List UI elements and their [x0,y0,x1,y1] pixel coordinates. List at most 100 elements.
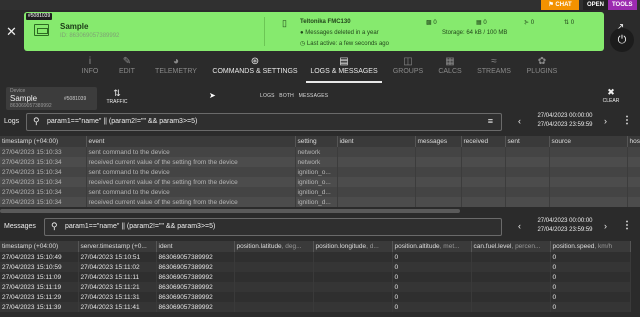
logs-col-header[interactable]: setting [295,136,338,147]
device-id-badge: #5081039 [26,13,53,20]
messages-col-header[interactable]: can.fuel.level, percen... [471,241,551,252]
logs-col-header[interactable]: timestamp (+04:00) [0,136,87,147]
table-row[interactable]: 27/04/2023 15:11:19 27/04/2023 15:11:21 86… [0,282,631,292]
messages-col-header[interactable]: ident [156,241,235,252]
logs-search-query[interactable]: param1=="name" || (param2!="" && param3>… [47,118,197,125]
clear-button[interactable]: ✖ CLEAR [598,87,624,104]
logs-col-header[interactable]: sent [505,136,550,147]
messages-col-header[interactable]: position.altitude, met... [392,241,472,252]
device-header: ✕ #5081039 Sample ID: 863069057389992 ▯ … [0,10,640,53]
mode-switch[interactable]: LOGS BOTH MESSAGES [260,93,331,99]
logs-prev-icon[interactable]: ‹ [518,116,521,126]
table-row[interactable]: 27/04/2023 15:10:34 sent command to the d… [0,187,640,197]
power-icon[interactable]: ⏻ [618,34,627,46]
stat-messages: ▩ 0 [426,20,437,26]
table-row[interactable]: 27/04/2023 15:10:34 sent command to the d… [0,167,640,177]
traffic-button[interactable]: ⇅ TRAFFIC [104,88,130,105]
streams-icon: ≈ [491,56,497,67]
logs-search-input[interactable]: ⚲ param1=="name" || (param2!="" && param… [26,113,502,131]
logs-col-header[interactable]: event [86,136,296,147]
logs-next-icon[interactable]: › [604,116,607,126]
logs-menu-icon[interactable]: ⋮ [622,115,632,126]
pencil-icon: ✎ [122,56,132,67]
messages-col-header[interactable]: position.latitude, deg... [234,241,314,252]
device-selector-badge: #5081039 [64,96,87,102]
logs-col-header[interactable]: messages [415,136,462,147]
messages-panel: Messages ⚲ param1=="name" || (param2!=""… [0,216,640,317]
tab-commands-settings[interactable]: ⊛ COMMANDS & SETTINGS [210,55,300,83]
chat-button[interactable]: ⚑ CHAT [541,0,579,10]
messages-search-query[interactable]: param1=="name" || (param2!="" && param3>… [65,223,215,230]
logs-col-header[interactable]: received [461,136,506,147]
logs-horizontal-scrollbar[interactable] [0,209,460,213]
table-row[interactable]: 27/04/2023 15:11:09 27/04/2023 15:11:11 86… [0,272,631,282]
search-icon: ⚲ [33,116,40,126]
tab-telemetry[interactable]: ◕ TELEMETRY [150,55,202,83]
messages-range-to[interactable]: 27/04/2023 23:59:59 [524,226,606,235]
logs-range-from[interactable]: 27/04/2023 00:00:00 [524,112,606,121]
info-icon: i [88,56,92,67]
top-bar: ⚑ CHAT OPEN TOOLS [0,0,640,10]
messages-title: Messages [4,223,36,230]
messages-range-from[interactable]: 27/04/2023 00:00:00 [524,217,606,226]
mode-both[interactable]: BOTH [279,93,294,99]
device-name: Sample [60,22,89,31]
messages-menu-icon[interactable]: ⋮ [622,220,632,231]
device-selector[interactable]: Device Sample 863069057389992 #5081039 [6,87,97,110]
table-row[interactable]: 27/04/2023 15:10:49 27/04/2023 15:10:51 86… [0,252,631,262]
table-row[interactable]: 27/04/2023 15:10:59 27/04/2023 15:11:02 86… [0,262,631,272]
tab-bar: i INFO ✎ EDIT ◕ TELEMETRY ⊛ COMMANDS & SETTI… [60,55,580,85]
messages-date-range[interactable]: 27/04/2023 00:00:00 27/04/2023 23:59:59 [524,217,606,235]
speedometer-icon: ◕ [172,56,180,67]
mode-messages[interactable]: MESSAGES [299,93,329,99]
chat-label[interactable]: CHAT [555,2,571,8]
device-imei: ID: 863069057389992 [60,33,120,39]
tools-button[interactable]: TOOLS [608,0,637,10]
stat-bytes: ⇅ 0 [564,20,575,26]
table-row[interactable]: 27/04/2023 15:10:33 sent command to the d… [0,147,640,157]
tab-logs-messages[interactable]: ▤ LOGS & MESSAGES [306,55,382,83]
puzzle-icon: ✿ [537,56,547,67]
messages-next-icon[interactable]: › [604,221,607,231]
bell-icon[interactable]: ⚑ [548,2,553,8]
messages-prev-icon[interactable]: ‹ [518,221,521,231]
antenna-icon: ⊛ [250,56,260,67]
logs-col-header[interactable]: ident [337,136,416,147]
table-row[interactable]: 27/04/2023 15:10:34 received current valu… [0,197,640,207]
clear-label: CLEAR [602,98,620,104]
messages-search-input[interactable]: ⚲ param1=="name" || (param2!="" && param… [44,218,502,236]
traffic-label: TRAFFIC [106,99,128,105]
tab-calcs[interactable]: ▦ CALCS [432,55,468,83]
table-row[interactable]: 27/04/2023 15:10:34 received current valu… [0,177,640,187]
device-selector-imei: 863069057389992 [10,103,52,109]
stat-connections: ⊱ 0 [524,20,535,26]
table-row[interactable]: 27/04/2023 15:10:34 received current valu… [0,157,640,167]
power-button[interactable]: ⏻ [610,28,634,52]
tab-groups[interactable]: ◫ GROUPS [388,55,428,83]
table-row[interactable]: 27/04/2023 15:11:29 27/04/2023 15:11:31 86… [0,292,631,302]
close-icon[interactable]: ✕ [6,25,17,38]
messages-table: timestamp (+04:00) server.timestamp (+0.… [0,241,631,312]
clear-icon: ✖ [607,87,615,97]
logs-panel: Logs ⚲ param1=="name" || (param2!="" && … [0,112,640,215]
device-model: Teltonika FMC130 [300,19,351,25]
tab-plugins[interactable]: ✿ PLUGINS [522,55,562,83]
filter-icon[interactable]: ≡ [488,116,493,126]
messages-col-header[interactable]: timestamp (+04:00) [0,241,79,252]
mode-logs[interactable]: LOGS [260,93,275,99]
open-button[interactable]: OPEN [583,0,609,10]
logs-range-to[interactable]: 27/04/2023 23:59:59 [524,121,606,130]
table-row[interactable]: 27/04/2023 15:11:39 27/04/2023 15:11:41 86… [0,302,631,312]
tab-info[interactable]: i INFO [70,55,110,83]
calculator-icon: ▦ [445,56,455,67]
tab-edit[interactable]: ✎ EDIT [110,55,144,83]
tab-streams[interactable]: ≈ STREAMS [472,55,516,83]
logs-col-header[interactable]: host [627,136,640,147]
device-selector-name: Sample [10,94,38,103]
device-icon [34,24,49,36]
messages-col-header[interactable]: position.longitude, d... [313,241,393,252]
messages-col-header[interactable]: position.speed, km/h [550,241,631,252]
messages-col-header[interactable]: server.timestamp (+0... [78,241,157,252]
logs-col-header[interactable]: source [549,136,628,147]
logs-date-range[interactable]: 27/04/2023 00:00:00 27/04/2023 23:59:59 [524,112,606,130]
